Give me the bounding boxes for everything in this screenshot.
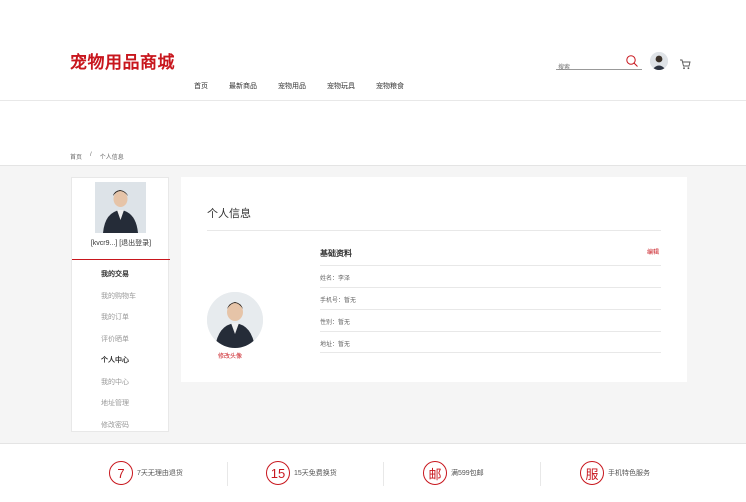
breadcrumb-home[interactable]: 首页 xyxy=(70,152,82,161)
sidebar-menu: 我的交易 我的购物车 我的订单 评价晒单 个人中心 我的中心 地址管理 修改密码 xyxy=(101,270,136,442)
avatar-photo xyxy=(650,52,668,70)
service-exchange: 15 15天免费换货 xyxy=(266,461,337,485)
profile-panel: 个人信息 修改头像 基础资料 编辑 姓名：李泽 手机号：暂无 性别：暂无 地址：… xyxy=(181,177,687,382)
site-logo[interactable]: 宠物用品商城 xyxy=(70,48,175,73)
breadcrumb: 首页 / 个人信息 xyxy=(70,152,124,161)
nav-home[interactable]: 首页 xyxy=(194,81,208,91)
service-shipping-text: 满599包邮 xyxy=(451,470,484,477)
service-separator xyxy=(227,462,228,486)
sidebar-item-orders[interactable]: 我的订单 xyxy=(101,313,136,335)
nav-pet-toys[interactable]: 宠物玩具 xyxy=(327,81,355,91)
exchange-badge-icon: 15 xyxy=(266,461,290,485)
site-header: 宠物用品商城 首页 最新商品 宠物用品 宠物玩具 宠物粮食 xyxy=(0,0,746,101)
shipping-badge-icon: 邮 xyxy=(423,461,447,485)
breadcrumb-current: 个人信息 xyxy=(99,155,124,161)
main-content: [kvcr9...] [退出登录] 我的交易 我的购物车 我的订单 评价晒单 个… xyxy=(0,166,746,443)
search-box xyxy=(556,54,642,74)
nav-pet-food[interactable]: 宠物粮食 xyxy=(376,81,404,91)
sidebar-user-label[interactable]: [kvcr9...] [退出登录] xyxy=(72,238,170,248)
support-badge-icon: 服 xyxy=(580,461,604,485)
page-title: 个人信息 xyxy=(207,208,251,220)
breadcrumb-separator: / xyxy=(90,152,92,158)
basic-info-title: 基础资料 xyxy=(320,249,352,258)
service-support: 服 手机特色服务 xyxy=(580,461,650,485)
info-row-address: 地址：暂无 xyxy=(320,331,661,353)
info-row-phone: 手机号：暂无 xyxy=(320,287,661,309)
sidebar-divider xyxy=(72,259,170,260)
service-return: 7 7天无理由退货 xyxy=(109,461,183,485)
avatar-photo xyxy=(207,292,263,348)
cart-icon[interactable] xyxy=(679,58,691,70)
title-divider xyxy=(207,230,661,231)
user-photo xyxy=(95,182,146,233)
service-separator xyxy=(540,462,541,486)
breadcrumb-band: 首页 / 个人信息 xyxy=(0,101,746,166)
sidebar-item-password[interactable]: 修改密码 xyxy=(101,421,136,443)
service-exchange-text: 15天免费换货 xyxy=(294,470,337,477)
main-nav: 首页 最新商品 宠物用品 宠物玩具 宠物粮食 xyxy=(194,81,425,91)
sidebar-heading-personal: 个人中心 xyxy=(101,357,129,364)
profile-avatar[interactable] xyxy=(207,292,263,348)
service-return-text: 7天无理由退货 xyxy=(137,470,183,477)
change-avatar-link[interactable]: 修改头像 xyxy=(218,351,242,360)
service-shipping: 邮 满599包邮 xyxy=(423,461,484,485)
search-icon[interactable] xyxy=(625,54,639,68)
service-support-text: 手机特色服务 xyxy=(608,470,650,477)
sidebar-item-reviews[interactable]: 评价晒单 xyxy=(101,335,136,357)
service-footer: 7 7天无理由退货 15 15天免费换货 邮 满599包邮 服 手机特色服务 xyxy=(0,443,746,502)
sidebar-item-address[interactable]: 地址管理 xyxy=(101,399,136,421)
search-input[interactable] xyxy=(556,62,622,74)
sidebar-user-photo xyxy=(95,182,146,233)
sidebar-heading-trade: 我的交易 xyxy=(101,271,129,278)
info-row-name: 姓名：李泽 xyxy=(320,265,661,287)
sidebar: [kvcr9...] [退出登录] 我的交易 我的购物车 我的订单 评价晒单 个… xyxy=(71,177,170,432)
sidebar-item-cart[interactable]: 我的购物车 xyxy=(101,292,136,314)
info-list: 姓名：李泽 手机号：暂无 性别：暂无 地址：暂无 xyxy=(320,265,661,353)
user-avatar[interactable] xyxy=(650,52,668,70)
return-badge-icon: 7 xyxy=(109,461,133,485)
nav-new-products[interactable]: 最新商品 xyxy=(229,81,257,91)
sidebar-item-my-center[interactable]: 我的中心 xyxy=(101,378,136,400)
edit-link[interactable]: 编辑 xyxy=(647,247,659,256)
info-row-gender: 性别：暂无 xyxy=(320,309,661,331)
nav-pet-supplies[interactable]: 宠物用品 xyxy=(278,81,306,91)
service-separator xyxy=(383,462,384,486)
